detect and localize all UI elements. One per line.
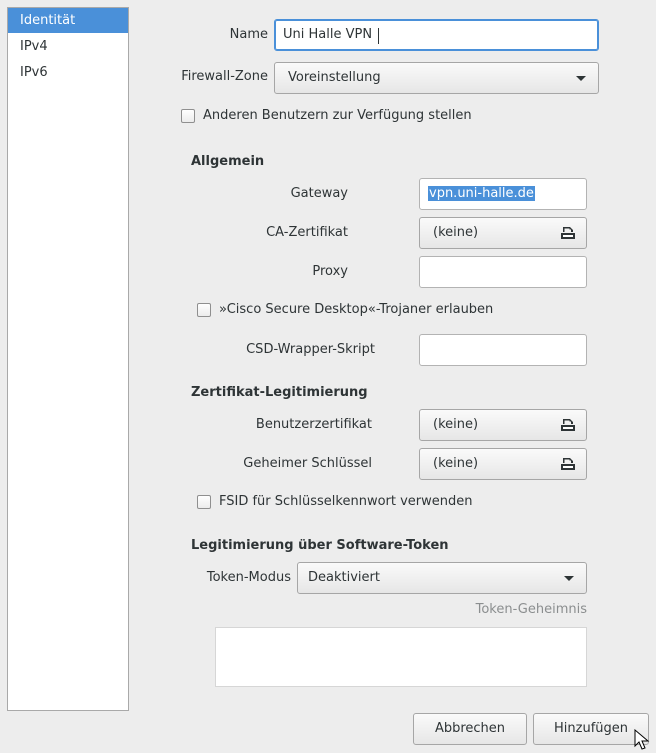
user-certificate-value: (keine): [433, 417, 479, 432]
general-heading: Allgemein: [191, 154, 265, 169]
chevron-down-icon: [564, 576, 574, 581]
share-checkbox-label[interactable]: Anderen Benutzern zur Verfügung stellen: [203, 101, 472, 131]
token-mode-combo[interactable]: Deaktiviert: [297, 562, 587, 594]
sidebar: Identität IPv4 IPv6: [7, 7, 129, 711]
csd-wrapper-label: CSD-Wrapper-Skript: [246, 342, 375, 357]
firewall-zone-value: Voreinstellung: [288, 70, 381, 85]
fsid-checkbox[interactable]: [197, 495, 211, 509]
user-certificate-label: Benutzerzertifikat: [255, 417, 372, 432]
name-input-value: Uni Halle VPN: [283, 27, 373, 42]
sidebar-item-ipv6[interactable]: IPv6: [8, 60, 128, 85]
csd-trojan-checkbox[interactable]: [197, 303, 211, 317]
csd-wrapper-input[interactable]: [419, 334, 587, 366]
document-open-icon: [561, 419, 575, 431]
sidebar-item-identity[interactable]: Identität: [8, 8, 128, 33]
cancel-button[interactable]: Abbrechen: [413, 713, 527, 745]
private-key-button[interactable]: (keine): [419, 448, 587, 480]
ca-certificate-label: CA-Zertifikat: [266, 225, 348, 240]
user-certificate-button[interactable]: (keine): [419, 409, 587, 441]
private-key-value: (keine): [433, 456, 479, 471]
document-open-icon: [561, 227, 575, 239]
sidebar-item-ipv4[interactable]: IPv4: [8, 34, 128, 59]
csd-trojan-checkbox-label[interactable]: »Cisco Secure Desktop«-Trojaner erlauben: [219, 295, 493, 325]
token-mode-value: Deaktiviert: [308, 570, 380, 585]
gateway-label: Gateway: [290, 186, 348, 201]
gateway-input-value: vpn.uni-halle.de: [428, 186, 535, 201]
sidebar-item-label: IPv6: [20, 65, 48, 80]
text-cursor: [378, 28, 379, 44]
gateway-input[interactable]: vpn.uni-halle.de: [419, 178, 587, 210]
share-checkbox[interactable]: [181, 109, 195, 123]
firewall-zone-combo[interactable]: Voreinstellung: [274, 62, 599, 94]
name-label: Name: [229, 27, 268, 42]
sidebar-item-label: IPv4: [20, 39, 48, 54]
name-input[interactable]: Uni Halle VPN: [274, 19, 599, 51]
chevron-down-icon: [576, 76, 586, 81]
ca-certificate-button[interactable]: (keine): [419, 217, 587, 249]
token-auth-heading: Legitimierung über Software-Token: [191, 538, 449, 553]
private-key-label: Geheimer Schlüssel: [243, 456, 372, 471]
cert-auth-heading: Zertifikat-Legitimierung: [191, 385, 368, 400]
ca-certificate-value: (keine): [433, 225, 479, 240]
token-mode-label: Token-Modus: [206, 570, 291, 585]
sidebar-item-label: Identität: [20, 13, 76, 28]
fsid-checkbox-label[interactable]: FSID für Schlüsselkennwort verwenden: [219, 487, 473, 517]
proxy-input[interactable]: [419, 256, 587, 288]
firewall-zone-label: Firewall-Zone: [181, 69, 268, 84]
document-open-icon: [561, 458, 575, 470]
token-secret-label: Token-Geheimnis: [475, 602, 587, 617]
proxy-label: Proxy: [312, 264, 348, 279]
token-secret-textarea[interactable]: [215, 627, 587, 687]
mouse-pointer-icon: [634, 729, 650, 750]
add-button[interactable]: Hinzufügen: [533, 713, 649, 745]
